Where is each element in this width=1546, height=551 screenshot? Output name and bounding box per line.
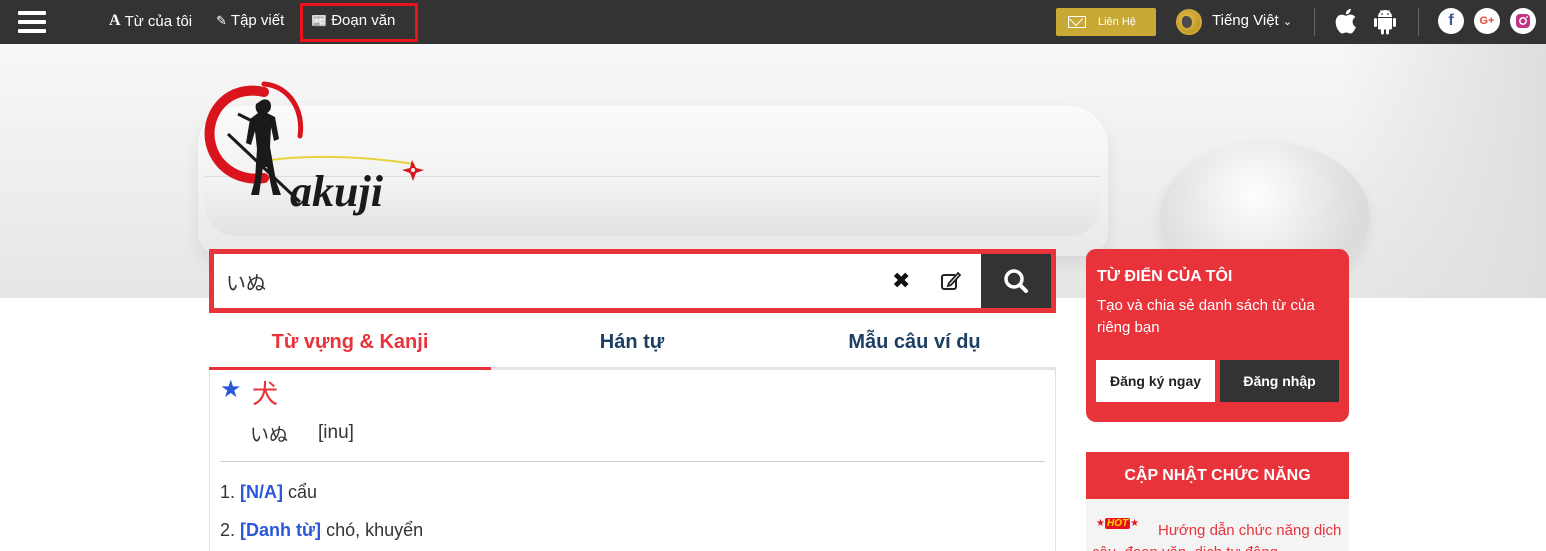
nav-writing-label: Tập viết xyxy=(230,12,285,29)
facebook-icon[interactable]: f xyxy=(1438,8,1464,34)
my-dictionary-title: TỪ ĐIỂN CỦA TÔI xyxy=(1097,268,1233,285)
meaning-number: 2. xyxy=(220,520,236,540)
hot-badge: ★ HOT ★ xyxy=(1096,518,1140,529)
search-icon xyxy=(1004,269,1028,293)
meaning-item: 1. [N/A] cẩu xyxy=(220,482,317,503)
nav-my-words-label: Từ của tôi xyxy=(124,12,193,30)
divider xyxy=(220,461,1045,462)
nav-paragraph-label: Đoạn văn xyxy=(331,12,396,29)
word-romaji: [inu] xyxy=(318,422,354,443)
hamburger-menu-icon[interactable] xyxy=(18,11,46,33)
envelope-icon xyxy=(1068,16,1086,28)
word-reading: いぬ xyxy=(250,424,289,446)
search-button[interactable] xyxy=(981,254,1051,308)
part-of-speech: [Danh từ] xyxy=(240,520,322,540)
font-a-icon: A xyxy=(109,12,121,29)
tab-example-sentences[interactable]: Mẫu câu ví dụ xyxy=(773,318,1056,367)
meaning-item: 2. [Danh từ] chó, khuyển xyxy=(220,520,423,541)
globe-icon xyxy=(1176,9,1202,35)
divider xyxy=(1418,8,1419,36)
result-tabs: Từ vựng & Kanji Hán tự Mẫu câu ví dụ xyxy=(209,318,1056,370)
apple-icon[interactable] xyxy=(1333,7,1357,40)
star-icon[interactable]: ★ xyxy=(220,378,242,402)
word-kanji: 犬 xyxy=(252,380,279,410)
divider xyxy=(1314,8,1315,36)
meaning-text: cẩu xyxy=(288,482,318,502)
search-input[interactable] xyxy=(214,254,874,308)
google-plus-icon[interactable]: G+ xyxy=(1474,8,1500,34)
register-button[interactable]: Đăng ký ngay xyxy=(1096,360,1215,402)
edit-icon: ✎ xyxy=(216,12,227,28)
banner-fade xyxy=(1340,44,1546,298)
result-panel: ★ 犬 いぬ [inu] 1. [N/A] cẩu 2. [Danh từ] c… xyxy=(209,370,1056,551)
chevron-down-icon: ⌄ xyxy=(1282,16,1293,28)
clear-icon[interactable]: ✖ xyxy=(892,269,910,293)
nav-writing[interactable]: ✎ Tập viết xyxy=(216,12,284,29)
instagram-icon[interactable] xyxy=(1510,8,1536,34)
contact-label: Liên Hệ xyxy=(1098,16,1136,28)
language-label: Tiếng Việt xyxy=(1212,12,1279,29)
meaning-number: 1. xyxy=(220,482,236,502)
login-button[interactable]: Đăng nhập xyxy=(1220,360,1339,402)
svg-text:akuji: akuji xyxy=(290,167,384,216)
search-box: ✖ xyxy=(209,249,1056,313)
handwriting-edit-icon[interactable] xyxy=(940,270,962,292)
feature-update-title: CẬP NHẬT CHỨC NĂNG xyxy=(1086,452,1349,499)
android-icon[interactable] xyxy=(1373,9,1397,35)
top-navigation-bar: A Từ của tôi ✎ Tập viết 📰 Đoạn văn Liên … xyxy=(0,0,1546,44)
tab-vocabulary-kanji[interactable]: Từ vựng & Kanji xyxy=(209,318,491,370)
newspaper-icon: 📰 xyxy=(311,12,328,28)
nav-paragraph[interactable]: 📰 Đoạn văn xyxy=(311,12,395,29)
contact-button[interactable]: Liên Hệ xyxy=(1056,8,1156,36)
meaning-text: chó, khuyển xyxy=(326,520,424,540)
my-dictionary-description: Tạo và chia sẻ danh sách từ của riêng bạ… xyxy=(1097,297,1315,336)
nav-my-words[interactable]: A Từ của tôi xyxy=(109,12,192,30)
feature-update-card: CẬP NHẬT CHỨC NĂNG Hướng dẫn chức năng d… xyxy=(1086,452,1349,551)
language-selector[interactable]: Tiếng Việt ⌄ xyxy=(1212,12,1292,29)
my-dictionary-card: TỪ ĐIỂN CỦA TÔI Tạo và chia sẻ danh sách… xyxy=(1086,249,1349,422)
tab-han-tu[interactable]: Hán tự xyxy=(491,318,773,367)
site-logo[interactable]: akuji xyxy=(204,74,436,234)
part-of-speech: [N/A] xyxy=(240,482,284,502)
